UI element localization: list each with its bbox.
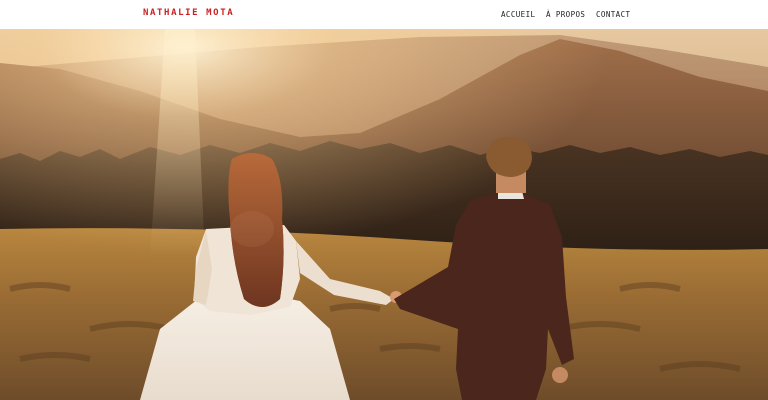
main-nav: ACCUEIL À PROPOS CONTACT — [0, 10, 768, 22]
site-header: NATHALIE MOTA ACCUEIL À PROPOS CONTACT — [0, 0, 768, 29]
sun-glow — [0, 29, 768, 400]
nav-link-accueil[interactable]: ACCUEIL — [501, 10, 535, 19]
wedding-couple-image — [0, 29, 768, 400]
nav-link-contact[interactable]: CONTACT — [596, 10, 630, 19]
hero-photo — [0, 29, 768, 400]
nav-link-a-propos[interactable]: À PROPOS — [546, 10, 585, 19]
